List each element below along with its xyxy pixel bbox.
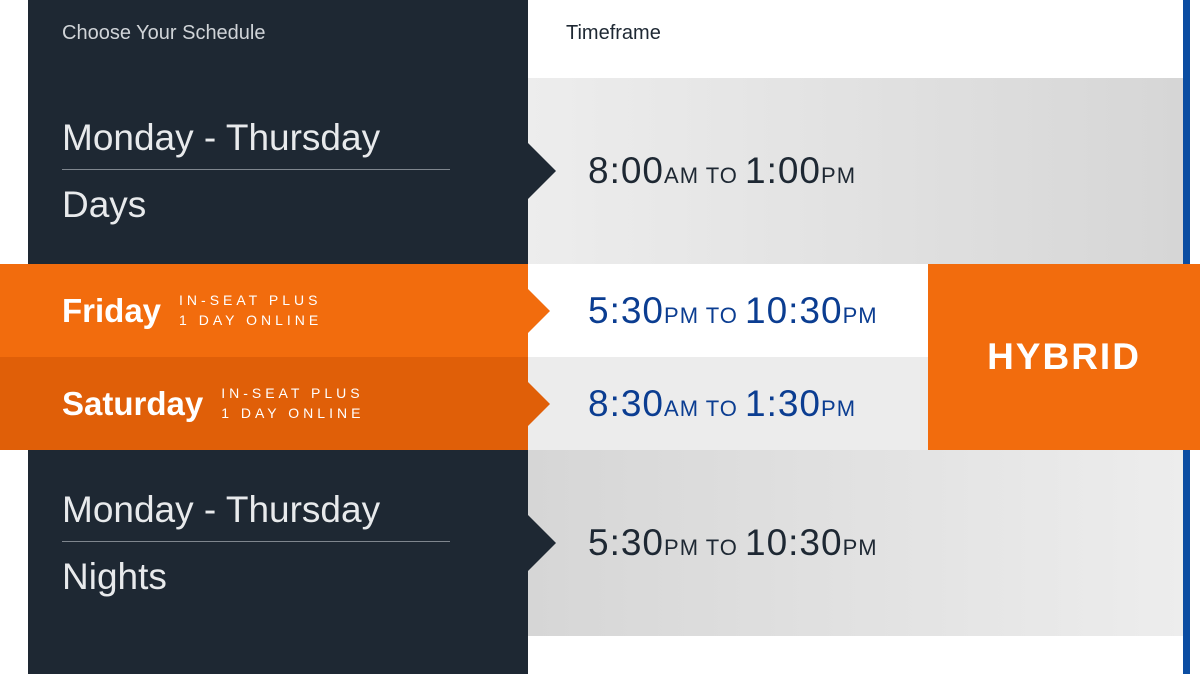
hybrid-day: Saturday — [62, 385, 203, 423]
schedule-row-left: Monday - Thursday Nights — [28, 450, 528, 636]
time-end-ampm: PM — [821, 396, 856, 421]
time-start: 5:30 — [588, 290, 664, 331]
chevron-right-icon — [526, 141, 556, 201]
chevron-right-icon — [526, 287, 550, 335]
time-start: 8:30 — [588, 383, 664, 424]
hybrid-day: Friday — [62, 292, 161, 330]
day-range: Monday - Thursday — [62, 489, 528, 531]
hybrid-left-cell: Saturday IN-SEAT PLUS 1 DAY ONLINE — [0, 357, 528, 450]
time-end: 1:30 — [745, 383, 821, 424]
hybrid-left-cell: Friday IN-SEAT PLUS 1 DAY ONLINE — [0, 264, 528, 357]
period-label: Nights — [62, 556, 528, 598]
timeframe-text: 5:30PM TO 10:30PM — [588, 522, 878, 564]
hybrid-note: IN-SEAT PLUS 1 DAY ONLINE — [221, 384, 364, 423]
time-join: TO — [699, 535, 745, 560]
time-end-ampm: PM — [821, 163, 856, 188]
timeframe-text: 5:30PM TO 10:30PM — [588, 290, 878, 332]
time-end: 10:30 — [745, 522, 843, 563]
hybrid-note-line1: IN-SEAT PLUS — [179, 292, 321, 308]
time-join: TO — [699, 396, 745, 421]
time-end-ampm: PM — [843, 535, 878, 560]
schedule-row-nights: Monday - Thursday Nights — [28, 450, 528, 636]
header-choose-schedule: Choose Your Schedule — [28, 0, 528, 78]
header-timeframe: Timeframe — [528, 0, 1183, 78]
schedule-row-left: Monday - Thursday Days — [28, 78, 528, 264]
timeframe-text: 8:30AM TO 1:30PM — [588, 383, 856, 425]
time-start-ampm: PM — [664, 303, 699, 328]
chevron-right-icon — [526, 380, 550, 428]
time-end: 1:00 — [745, 150, 821, 191]
timeframe-text: 8:00AM TO 1:00PM — [588, 150, 856, 192]
timeframe-cell: 8:00AM TO 1:00PM — [528, 78, 1183, 264]
time-end-ampm: PM — [843, 303, 878, 328]
timeframe-row-nights: 5:30PM TO 10:30PM — [528, 450, 1183, 636]
hybrid-note: IN-SEAT PLUS 1 DAY ONLINE — [179, 291, 322, 330]
time-start-ampm: AM — [664, 163, 699, 188]
hybrid-note-line1: IN-SEAT PLUS — [221, 385, 363, 401]
chevron-right-icon — [526, 513, 556, 573]
timeframe-row-days: 8:00AM TO 1:00PM — [528, 78, 1183, 264]
divider-line — [62, 541, 450, 542]
time-join: TO — [699, 163, 745, 188]
hybrid-badge: HYBRID — [928, 264, 1200, 450]
time-start: 5:30 — [588, 522, 664, 563]
time-start: 8:00 — [588, 150, 664, 191]
day-range: Monday - Thursday — [62, 117, 528, 159]
time-start-ampm: PM — [664, 535, 699, 560]
time-join: TO — [699, 303, 745, 328]
time-start-ampm: AM — [664, 396, 699, 421]
hybrid-note-line2: 1 DAY ONLINE — [221, 405, 364, 421]
schedule-row-days: Monday - Thursday Days — [28, 78, 528, 264]
period-label: Days — [62, 184, 528, 226]
divider-line — [62, 169, 450, 170]
time-end: 10:30 — [745, 290, 843, 331]
hybrid-note-line2: 1 DAY ONLINE — [179, 312, 322, 328]
timeframe-cell: 5:30PM TO 10:30PM — [528, 450, 1183, 636]
